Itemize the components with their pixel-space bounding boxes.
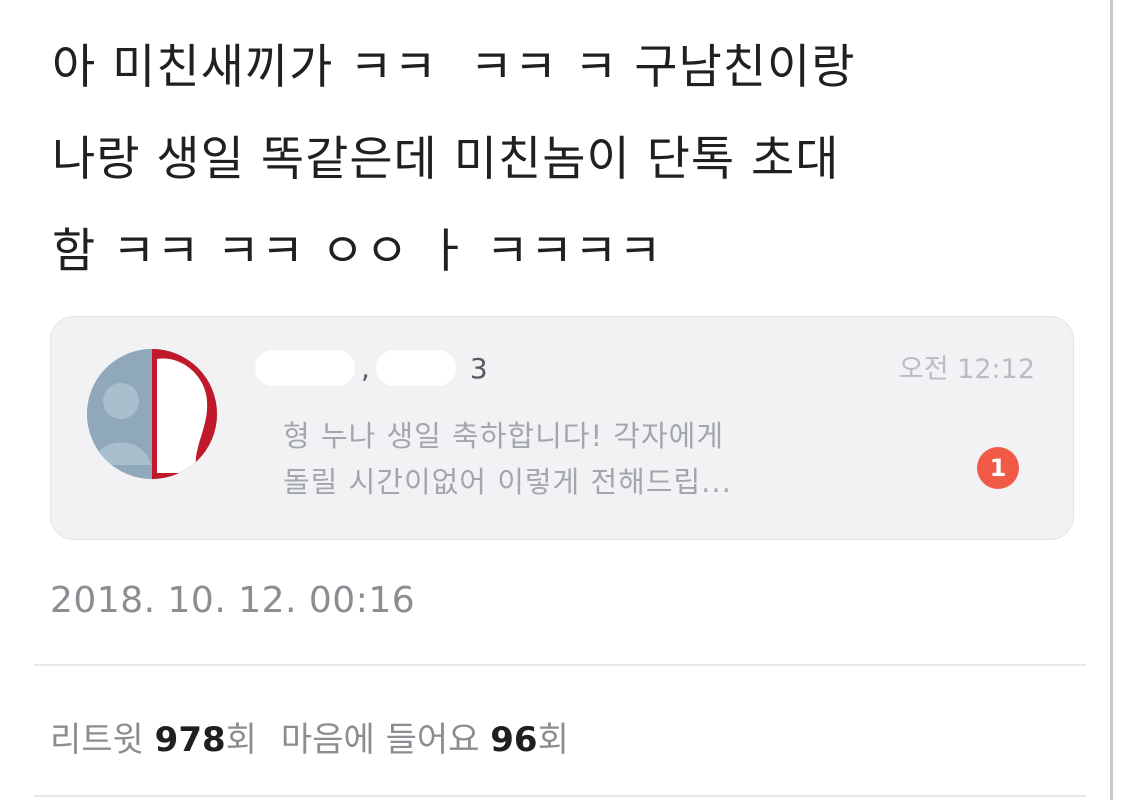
tweet-timestamp: 2018. 10. 12. 00:16 (50, 580, 416, 621)
tweet-line: 아 미친새끼가 ㅋㅋ ㅋㅋ ㅋ 구남친이랑 (52, 40, 856, 95)
unread-badge: 1 (977, 447, 1019, 489)
divider (34, 664, 1086, 666)
retweet-unit: 회 (225, 720, 257, 760)
tweet-text: 아 미친새끼가 ㅋㅋ ㅋㅋ ㅋ 구남친이랑 나랑 생일 똑같은데 미친놈이 단톡… (52, 22, 1052, 298)
notification-card[interactable]: , 3 오전 12:12 형 누나 생일 축하합니다! 각자에게 돌릴 시간이없… (50, 316, 1074, 540)
sender-name-fragment: , (361, 351, 370, 385)
likes-unit: 회 (537, 720, 569, 760)
default-avatar-icon (87, 349, 217, 479)
divider (34, 795, 1086, 797)
avatar (87, 349, 217, 479)
notification-time: 오전 12:12 (898, 354, 1035, 385)
likes-label: 마음에 들어요 (280, 720, 480, 760)
sender-name-suffix: 3 (469, 351, 488, 385)
right-border (1110, 0, 1113, 800)
retweet-label: 리트윗 (50, 720, 144, 760)
likes-count[interactable]: 96 (490, 720, 537, 760)
message-line: 형 누나 생일 축하합니다! 각자에게 (283, 419, 725, 453)
engagement-stats: 리트윗 978회 마음에 들어요 96회 (50, 712, 569, 761)
redaction-mark (255, 350, 355, 386)
message-line: 돌릴 시간이없어 이렇게 전해드립... (283, 465, 732, 499)
tweet-line: 함 ㅋㅋ ㅋㅋ ㅇㅇ ㅏ ㅋㅋㅋㅋ (52, 224, 663, 279)
retweet-count[interactable]: 978 (155, 720, 226, 760)
redaction-mark (375, 350, 456, 386)
notification-message: 형 누나 생일 축하합니다! 각자에게 돌릴 시간이없어 이렇게 전해드립... (283, 413, 732, 505)
tweet-line: 나랑 생일 똑같은데 미친놈이 단톡 초대 (52, 132, 840, 187)
sender-name: , 3 (255, 343, 488, 393)
